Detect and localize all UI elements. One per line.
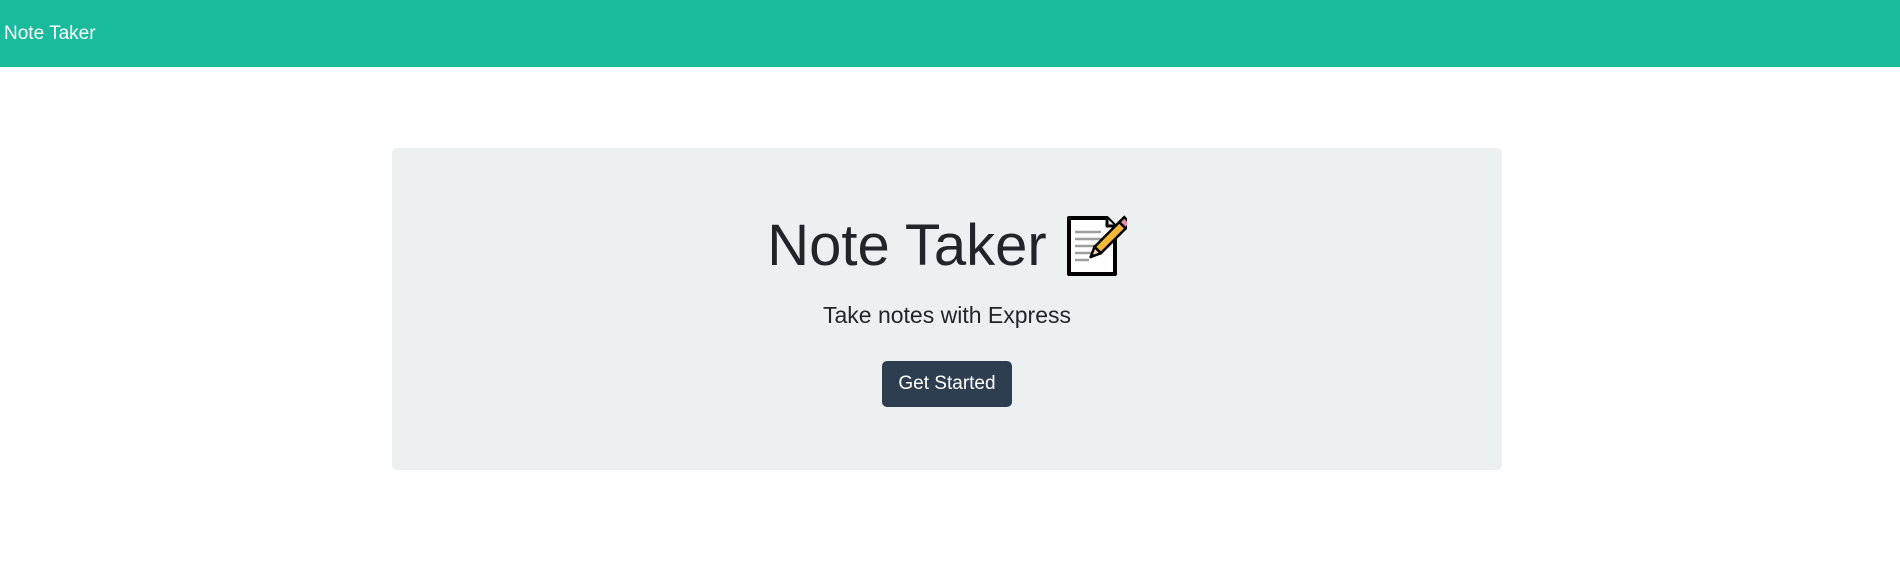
page-title: Note Taker xyxy=(767,213,1047,278)
hero-panel: Note Taker Take notes with Express Get S… xyxy=(392,148,1502,470)
navbar: Note Taker xyxy=(0,0,1900,67)
brand-link[interactable]: Note Taker xyxy=(4,23,96,45)
memo-icon xyxy=(1063,214,1133,278)
tagline: Take notes with Express xyxy=(822,302,1071,328)
get-started-button[interactable]: Get Started xyxy=(882,361,1012,407)
title-row: Note Taker xyxy=(392,214,1502,278)
